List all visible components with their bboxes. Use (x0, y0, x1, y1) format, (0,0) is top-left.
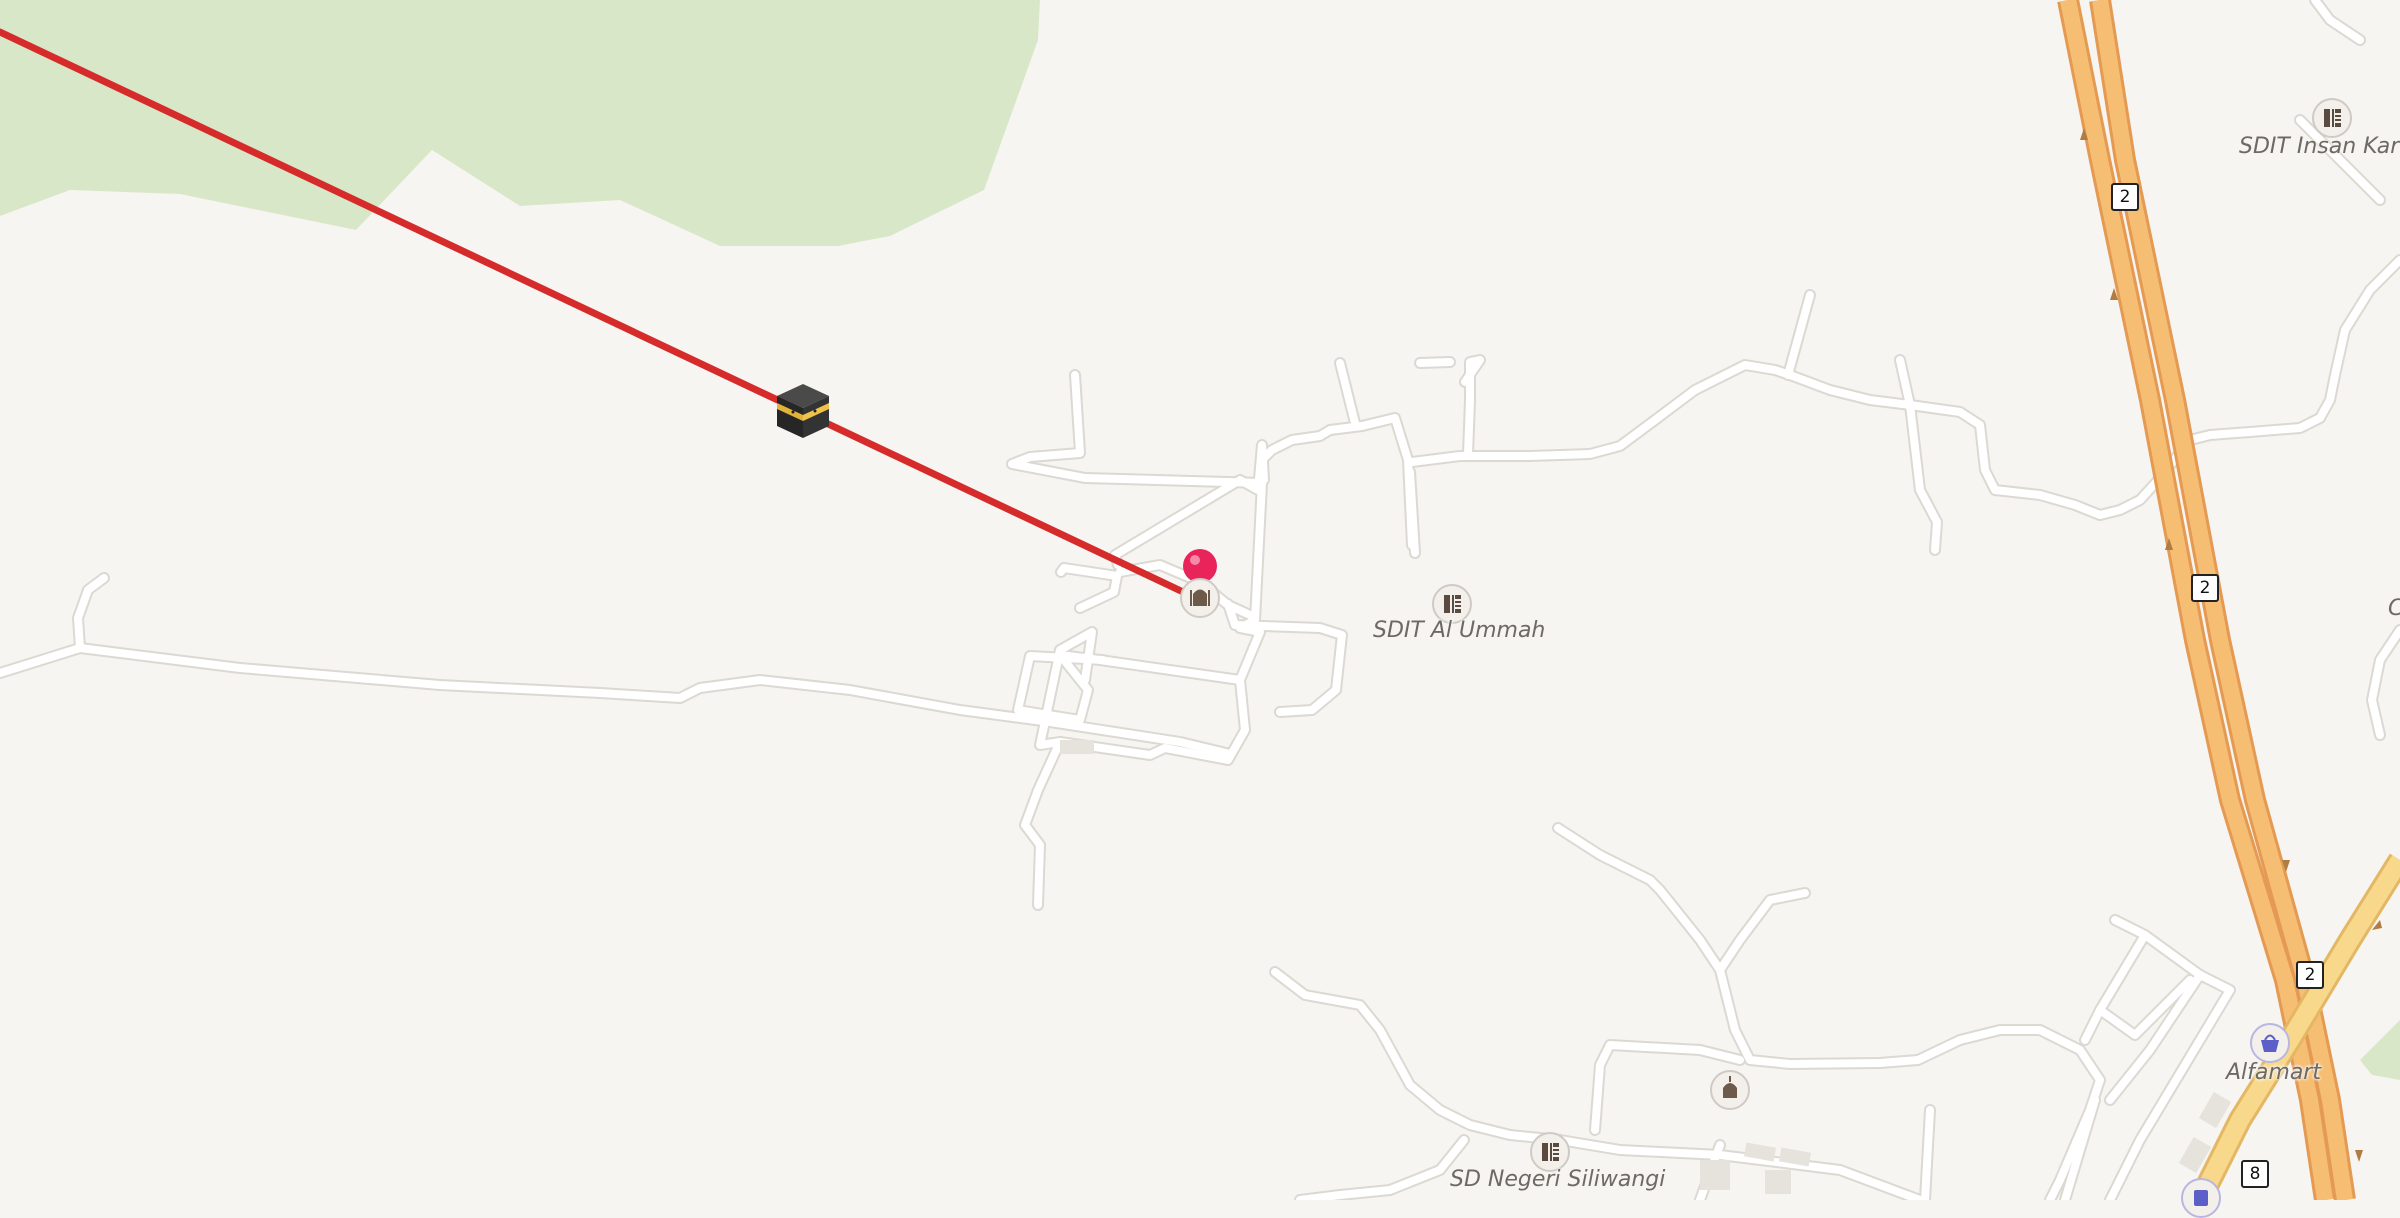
school-icon[interactable] (1530, 1132, 1570, 1172)
route-shield-2: 2 (2191, 574, 2219, 602)
place-label-sdit-al-ummah: SDIT Al Ummah (1373, 618, 1546, 643)
forest-area-small (2360, 1020, 2400, 1080)
shop-icon[interactable] (2181, 1178, 2221, 1218)
shopping-basket-icon[interactable] (2250, 1023, 2290, 1063)
mosque-icon[interactable] (1180, 578, 1220, 618)
mosque-icon[interactable] (1710, 1070, 1750, 1110)
route-shield-2: 2 (2111, 183, 2139, 211)
place-label-alfamart: Alfamart (2226, 1060, 2321, 1085)
route-shield-8: 8 (2241, 1160, 2269, 1188)
forest-area (0, 0, 1040, 246)
place-label-sdit-insan-karim: SDIT Insan Karim (2239, 134, 2400, 159)
route-shield-2: 2 (2296, 961, 2324, 989)
place-label-sd-negeri-siliwangi: SD Negeri Siliwangi (1450, 1167, 1666, 1192)
place-label-partial: C (2388, 596, 2400, 621)
trunk-road (2189, 853, 2400, 1200)
kaaba-icon[interactable] (777, 384, 829, 438)
buildings (1060, 740, 2232, 1194)
school-icon[interactable] (2312, 98, 2352, 138)
